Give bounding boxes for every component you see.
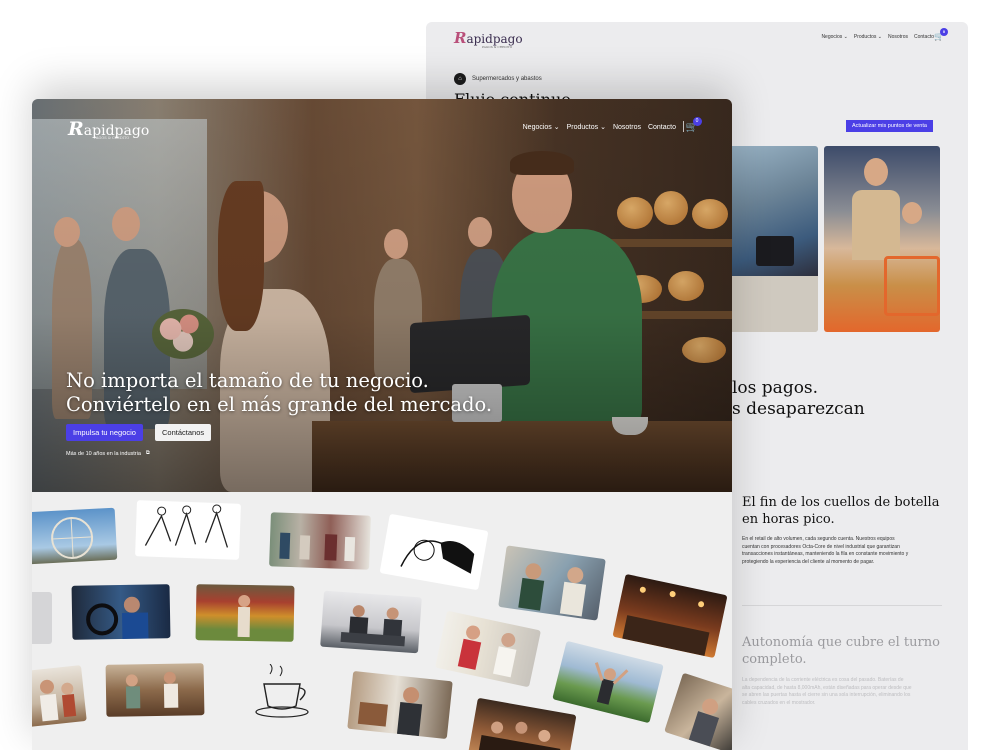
nav-productos[interactable]: Productos ⌄ (854, 34, 882, 40)
external-link-icon: ⧉ (145, 450, 150, 456)
coffee-cup-sketch (248, 664, 318, 720)
front-logo[interactable]: Rapidpago PAGOS & CREDITO (68, 118, 149, 140)
office-desk-photo (320, 590, 422, 654)
back-headline: los pagos. s desaparezcan (732, 378, 865, 419)
contact-button[interactable]: Contáctanos (155, 424, 212, 441)
shopping-family-photo (824, 146, 940, 332)
update-pos-button[interactable]: Actualizar mis puntos de venta (846, 120, 933, 132)
nav-negocios[interactable]: Negocios ⌄ (821, 34, 847, 40)
feature-title-autonomy: Autonomía que cubre el turno completo. (742, 635, 940, 667)
experience-link[interactable]: Más de 10 años en la industria ⧉ (66, 450, 150, 457)
ferris-wheel-photo (32, 507, 118, 565)
checkout-photo (726, 146, 818, 332)
nav-contacto[interactable]: Contacto (914, 34, 934, 40)
category-chip: ⌂ Supermercados y abastos (454, 73, 542, 85)
nav-negocios[interactable]: Negocios ⌄ (523, 123, 560, 131)
cart-icon[interactable]: 🛒 0 (934, 28, 948, 42)
nav-contacto[interactable]: Contacto (648, 124, 676, 131)
shop-photo (664, 672, 732, 750)
mechanic-photo (71, 584, 171, 640)
store-icon: ⌂ (454, 73, 466, 85)
barista-photo (347, 670, 453, 740)
gray-placeholder-tile (32, 592, 52, 644)
hero-headline: No importa el tamaño de tu negocio. Conv… (66, 369, 493, 416)
cart-badge: 0 (692, 117, 702, 126)
feature-title-bottlenecks: El fin de los cuellos de botella en hora… (742, 495, 940, 527)
back-logo[interactable]: Rapidpago PAGOS & CREDITO (454, 29, 523, 49)
foreground-browser-window: Rapidpago PAGOS & CREDITO Negocios ⌄ Pro… (32, 99, 732, 750)
family-photo (32, 665, 87, 727)
divider (742, 605, 942, 606)
restaurant-crowd-photo (467, 697, 577, 750)
feature-text-autonomy: La dependencia de la corriente eléctrica… (742, 677, 912, 706)
woman-sketch (379, 513, 489, 591)
dancing-sketch (135, 500, 241, 560)
grocery-photo (195, 584, 295, 642)
impulsa-button[interactable]: Impulsa tu negocio (66, 424, 143, 441)
nav-productos[interactable]: Productos ⌄ (567, 123, 606, 131)
outdoor-celebration-photo (552, 640, 664, 724)
feature-text-bottlenecks: En el retail de alto volumen, cada segun… (742, 536, 909, 565)
cart-icon[interactable]: 🛒 0 (686, 117, 702, 133)
nav-nosotros[interactable]: Nosotros (613, 124, 641, 131)
back-header: Rapidpago PAGOS & CREDITO Negocios ⌄ Pro… (426, 22, 968, 56)
cart-badge: 0 (940, 28, 948, 36)
back-nav: Negocios ⌄ Productos ⌄ Nosotros Contacto (821, 34, 934, 40)
front-nav: Negocios ⌄ Productos ⌄ Nosotros Contacto (523, 123, 676, 132)
cafe-payment-photo (498, 545, 606, 621)
clothing-store-photo (269, 512, 371, 570)
bakery-counter-photo (105, 663, 205, 717)
nav-nosotros[interactable]: Nosotros (888, 34, 908, 40)
market-vendor-photo (435, 610, 541, 688)
restaurant-night-photo (612, 573, 728, 659)
nav-separator (683, 121, 684, 132)
hero-section: Rapidpago PAGOS & CREDITO Negocios ⌄ Pro… (32, 99, 732, 492)
image-collage (32, 492, 732, 750)
